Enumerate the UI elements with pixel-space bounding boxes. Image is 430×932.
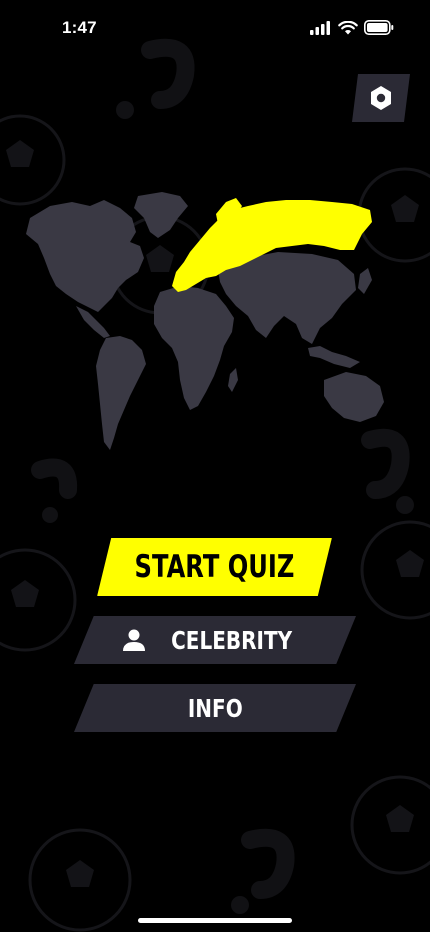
central-america-shape [76,306,110,338]
status-icons [310,20,394,35]
info-label: INFO [187,693,243,723]
north-america-shape [26,200,144,312]
south-america-shape [96,336,146,450]
person-icon [123,629,146,651]
celebrity-button[interactable]: CELEBRITY [74,616,356,664]
home-indicator [138,918,292,923]
start-quiz-button[interactable]: START QUIZ [97,538,332,596]
wifi-icon [338,20,358,34]
background-pattern [0,38,430,932]
status-bar: 1:47 [0,0,430,56]
settings-button[interactable] [352,74,410,122]
africa-shape [154,286,234,410]
start-quiz-label: START QUIZ [134,549,295,585]
cellular-signal-icon [310,20,330,35]
status-time: 1:47 [62,18,97,37]
greenland-shape [134,192,188,238]
hexagon-settings-icon [352,74,410,122]
australia-shape [324,372,384,422]
battery-icon [364,20,394,35]
world-map [26,192,384,450]
celebrity-label: CELEBRITY [171,625,293,655]
info-button[interactable]: INFO [74,684,356,732]
